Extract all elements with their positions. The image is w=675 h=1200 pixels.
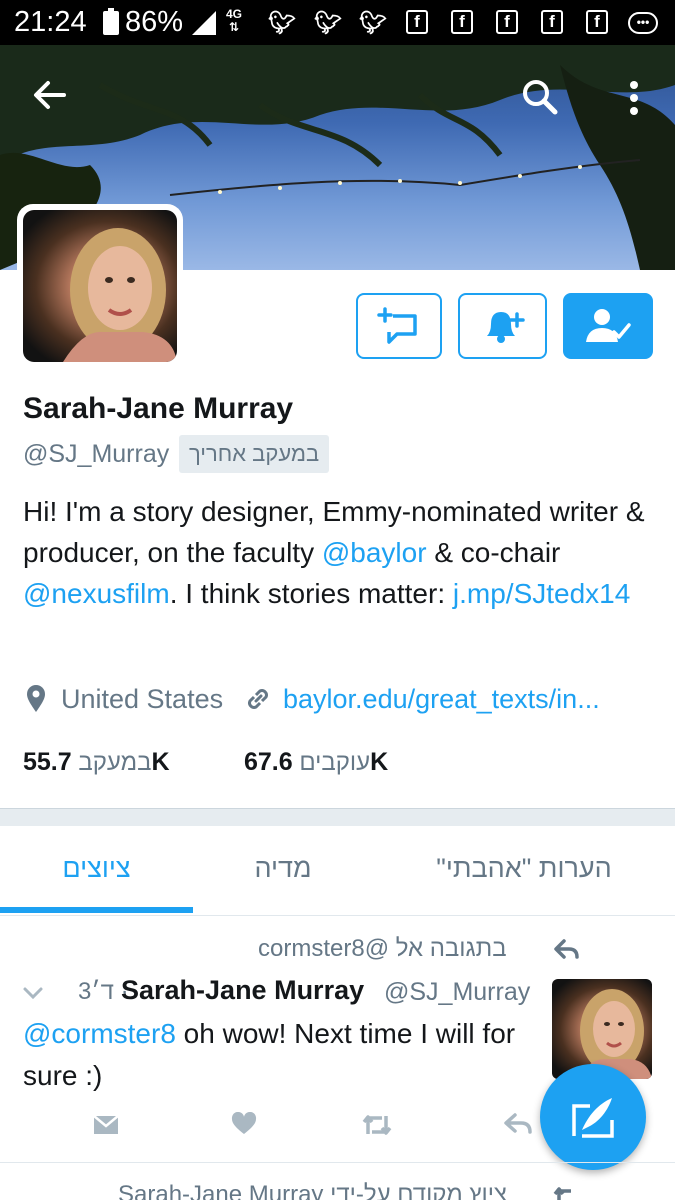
reply-arrow-icon: [554, 939, 579, 959]
follows-you-badge: במעקב אחריך: [179, 435, 330, 473]
more-notifications-icon: •••: [628, 12, 658, 34]
twitter-notification-icon: 🐦︎: [314, 10, 342, 35]
followers-stat[interactable]: עוקבים 67.6K: [244, 748, 388, 777]
avatar-photo: [23, 210, 177, 362]
reply-context[interactable]: בתגובה אל @cormster8: [258, 935, 507, 963]
bell-plus-icon: [486, 312, 525, 343]
chevron-down-icon[interactable]: [22, 985, 44, 1001]
tweet-author-handle: @SJ_Murray: [384, 978, 531, 1006]
signal-icon: [192, 11, 216, 35]
back-button[interactable]: [30, 75, 76, 121]
map-pin-icon: [27, 685, 45, 712]
profile-avatar[interactable]: [17, 204, 183, 368]
direct-message-icon[interactable]: [92, 1112, 120, 1138]
twitter-notification-icon: 🐦︎: [268, 10, 296, 35]
direct-message-button[interactable]: [356, 293, 442, 359]
message-icon: [377, 307, 417, 344]
compose-tweet-button[interactable]: [540, 1064, 646, 1170]
tweet-divider: [0, 1162, 675, 1163]
facebook-notification-icon: f: [586, 10, 608, 34]
profile-bio: Hi! I'm a story designer, Emmy-nominated…: [23, 491, 663, 614]
person-check-icon: [586, 309, 631, 342]
facebook-notification-icon: f: [496, 10, 518, 34]
retweet-icon[interactable]: [360, 1112, 394, 1138]
bio-mention-baylor[interactable]: @baylor: [322, 537, 427, 568]
notifications-button[interactable]: [458, 293, 547, 359]
search-icon: [523, 80, 558, 115]
network-label: 4G: [226, 7, 243, 21]
tweet-mention[interactable]: @cormster8: [23, 1018, 176, 1049]
active-tab-indicator: [0, 907, 193, 913]
retweet-context[interactable]: ציוץ מקודם על-ידי Sarah-Jane Murray: [118, 1181, 507, 1200]
profile-location: United States: [61, 684, 224, 714]
status-time: 21:24: [14, 6, 87, 38]
twitter-notification-icon: 🐦︎: [359, 10, 387, 35]
network-type: 4G ⇅: [226, 7, 243, 34]
reply-icon[interactable]: [503, 1112, 533, 1136]
tab-tweets[interactable]: ציוצים: [0, 826, 193, 914]
like-heart-icon[interactable]: [231, 1112, 257, 1136]
overflow-menu-button[interactable]: [622, 77, 646, 119]
bio-text: . I think stories matter:: [169, 578, 453, 609]
bio-mention-nexusfilm[interactable]: @nexusfilm: [23, 578, 170, 609]
following-stat[interactable]: במעקב 55.7K: [23, 748, 170, 777]
profile-tabs: ציוצים מדיה הערות "אהבתי": [0, 826, 675, 916]
tweet-text: @cormster8 oh wow! Next time I will for …: [23, 1013, 533, 1097]
arrow-left-icon: [34, 81, 66, 109]
link-icon: [248, 689, 268, 709]
following-button[interactable]: [563, 293, 653, 359]
search-button[interactable]: [520, 77, 560, 117]
status-bar: 21:24 86% 4G ⇅ 🐦︎ 🐦︎ 🐦︎ f f f f f •••: [0, 0, 675, 45]
tab-media[interactable]: מדיה: [193, 826, 373, 914]
tweet-author-name[interactable]: Sarah-Jane Murray: [121, 975, 364, 1006]
profile-name: Sarah-Jane Murray: [23, 392, 294, 425]
facebook-notification-icon: f: [406, 10, 428, 34]
following-label: במעקב: [78, 749, 152, 776]
facebook-notification-icon: f: [451, 10, 473, 34]
avatar-portrait: [63, 228, 177, 362]
tab-likes[interactable]: הערות "אהבתי": [373, 826, 675, 914]
bio-text: & co-chair: [426, 537, 561, 568]
battery-icon: [103, 8, 119, 35]
section-divider: [0, 808, 675, 826]
followers-label: עוקבים: [299, 749, 371, 776]
retweet-small-icon: [553, 1187, 571, 1200]
quill-icon: [572, 1098, 614, 1138]
bio-link[interactable]: j.mp/SJtedx14: [453, 578, 630, 609]
facebook-notification-icon: f: [541, 10, 563, 34]
more-vertical-icon: [630, 81, 638, 115]
profile-handle: @SJ_Murray: [23, 440, 170, 468]
battery-percent: 86%: [125, 6, 184, 38]
profile-website[interactable]: baylor.edu/great_texts/in...: [283, 684, 600, 715]
